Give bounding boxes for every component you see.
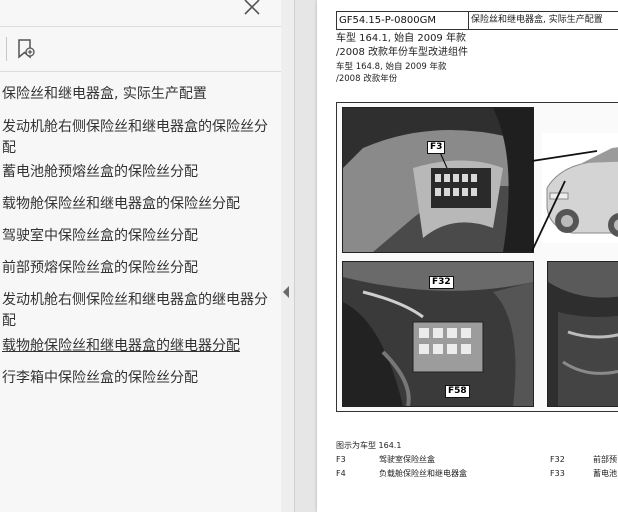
model-line: /2008 改款年份车型改进组件 xyxy=(336,47,468,58)
bookmark-label: 载物舱保险丝和继电器盒的保险丝分配 xyxy=(2,196,240,212)
bookmark-label: 行李箱中保险丝盒的保险丝分配 xyxy=(2,370,198,386)
caption-code: F32 xyxy=(550,455,565,464)
caption-code: F33 xyxy=(550,469,565,478)
caption-desc: 蓄电池 xyxy=(593,469,617,478)
battery-compartment-photo xyxy=(547,261,618,407)
doc-title: 保险丝和继电器盒, 实际生产配置 xyxy=(471,15,603,25)
bookmark-item[interactable]: 前部预熔保险丝盒的保险丝分配 xyxy=(2,258,278,279)
bookmark-label: 驾驶室中保险丝盒的保险丝分配 xyxy=(2,228,198,244)
bookmark-label: 保险丝和继电器盒, 实际生产配置 xyxy=(2,86,207,102)
model-line: 车型 164.1, 始自 2009 年款 xyxy=(336,33,466,44)
bookmark-label: 前部预熔保险丝盒的保险丝分配 xyxy=(2,260,198,276)
doc-code: GF54.15-P-0800GM xyxy=(337,12,469,29)
bookmark-label: 发动机舱右侧保险丝和继电器盒的继电器分配 xyxy=(2,292,268,329)
bookmark-item[interactable]: 发动机舱右侧保险丝和继电器盒的继电器分配 xyxy=(2,290,278,332)
bookmark-item-active[interactable]: 载物舱保险丝和继电器盒的继电器分配 xyxy=(2,336,278,357)
callout-f3: F3 xyxy=(427,141,446,154)
caption-desc: 前部预 xyxy=(593,455,617,464)
bookmark-item[interactable]: 发动机舱右侧保险丝和继电器盒的保险丝分配 xyxy=(2,117,278,159)
bookmarks-panel: 保险丝和继电器盒, 实际生产配置 发动机舱右侧保险丝和继电器盒的保险丝分配 蓄电… xyxy=(0,0,282,512)
document-page: GF54.15-P-0800GM 保险丝和继电器盒, 实际生产配置 车型 164… xyxy=(317,0,618,512)
callout-f32: F32 xyxy=(429,276,454,289)
bookmark-label: 发动机舱右侧保险丝和继电器盒的保险丝分配 xyxy=(2,119,268,156)
toolbar-divider xyxy=(6,37,7,61)
cockpit-photo xyxy=(342,107,534,253)
bookmark-item[interactable]: 行李箱中保险丝盒的保险丝分配 xyxy=(2,368,278,389)
bookmark-options-icon[interactable] xyxy=(15,38,37,60)
caption-title: 图示为车型 164.1 xyxy=(336,441,402,450)
caption-code: F4 xyxy=(336,469,346,478)
close-icon[interactable] xyxy=(243,0,261,16)
document-viewer[interactable]: GF54.15-P-0800GM 保险丝和继电器盒, 实际生产配置 车型 164… xyxy=(295,0,618,512)
bookmark-label: 蓄电池舱预熔丝盒的保险丝分配 xyxy=(2,164,198,180)
bookmark-label: 载物舱保险丝和继电器盒的继电器分配 xyxy=(2,338,240,354)
caption-desc: 负载舱保险丝和继电器盒 xyxy=(379,469,467,478)
bookmark-item[interactable]: 蓄电池舱预熔丝盒的保险丝分配 xyxy=(2,162,278,183)
bookmarks-toolbar xyxy=(0,26,281,72)
fuse-location-figure: F3 F32 F58 xyxy=(336,102,618,412)
callout-f58: F58 xyxy=(445,385,470,398)
vehicle-photo xyxy=(542,133,618,243)
bookmark-item[interactable]: 保险丝和继电器盒, 实际生产配置 xyxy=(2,84,278,105)
caption-code: F3 xyxy=(336,455,346,464)
doc-header-table: GF54.15-P-0800GM 保险丝和继电器盒, 实际生产配置 xyxy=(336,11,618,30)
model-line: 车型 164.8, 始自 2009 年款 xyxy=(336,62,447,72)
collapse-left-arrow-icon[interactable] xyxy=(283,286,289,298)
caption-desc: 驾驶室保险丝盒 xyxy=(379,455,435,464)
panel-splitter[interactable] xyxy=(281,0,295,512)
bookmark-item[interactable]: 载物舱保险丝和继电器盒的保险丝分配 xyxy=(2,194,278,215)
model-line: /2008 改款年份 xyxy=(336,74,398,84)
bookmark-item[interactable]: 驾驶室中保险丝盒的保险丝分配 xyxy=(2,226,278,247)
